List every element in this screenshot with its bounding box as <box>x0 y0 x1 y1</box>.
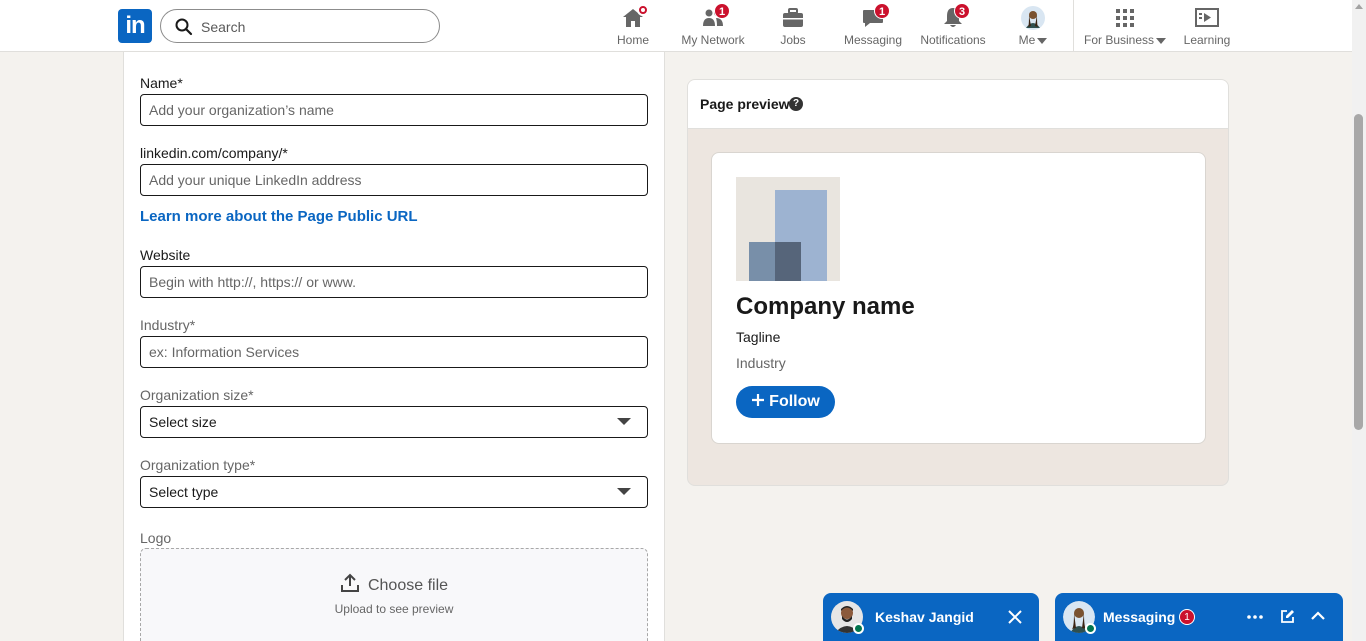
nav-label: Learning <box>1183 33 1231 47</box>
compose-icon[interactable] <box>1280 609 1295 624</box>
create-page-form: Name* linkedin.com/company/* Learn more … <box>123 52 665 641</box>
organization-name-input[interactable] <box>140 94 648 126</box>
nav-label: Me <box>1013 33 1053 47</box>
notifications-badge: 3 <box>954 3 971 19</box>
nav-messaging[interactable]: 1 Messaging <box>843 3 903 50</box>
nav-label: For Business <box>1084 33 1167 47</box>
chevron-down-icon <box>1156 37 1167 44</box>
avatar <box>1021 6 1045 30</box>
choose-file-label: Choose file <box>367 577 449 594</box>
website-label: Website <box>140 247 191 263</box>
briefcase-icon <box>783 8 803 27</box>
home-notification-dot <box>637 4 649 16</box>
nav-label: Notifications <box>920 33 986 47</box>
select-value: Select size <box>149 414 217 430</box>
company-industry: Industry <box>736 355 786 371</box>
messaging-title: Messaging <box>1103 609 1176 625</box>
nav-label: Messaging <box>843 33 903 47</box>
messaging-badge: 1 <box>874 3 891 19</box>
logo-label: Logo <box>140 530 172 546</box>
nav-divider <box>1073 0 1074 52</box>
search-icon <box>175 18 193 36</box>
nav-for-business[interactable]: For Business <box>1084 6 1167 50</box>
select-value: Select type <box>149 484 219 500</box>
organization-type-select[interactable]: Select type <box>140 476 648 508</box>
scroll-up-arrow-icon[interactable] <box>1355 4 1363 9</box>
dropdown-arrow-icon <box>617 418 631 425</box>
plus-icon <box>752 394 765 406</box>
upload-hint: Upload to see preview <box>334 602 454 616</box>
nav-me[interactable]: Me <box>1013 6 1053 50</box>
close-icon[interactable] <box>1008 610 1022 624</box>
url-label: linkedin.com/company/* <box>140 145 288 161</box>
company-name: Company name <box>736 293 915 320</box>
chat-contact-name: Keshav Jangid <box>875 609 974 625</box>
nav-my-network[interactable]: 1 My Network <box>678 3 748 50</box>
follow-button[interactable]: Follow <box>736 386 835 418</box>
grid-icon <box>1116 9 1134 27</box>
nav-learning[interactable]: Learning <box>1181 6 1233 50</box>
page-preview-panel: Page preview ? Company name Tagline Indu… <box>687 79 1229 486</box>
nav-label: Home <box>616 33 649 47</box>
industry-input[interactable] <box>140 336 648 368</box>
company-preview-card: Company name Tagline Industry Follow <box>711 152 1206 444</box>
help-icon[interactable]: ? <box>789 97 803 111</box>
nav-home[interactable]: Home <box>612 4 654 50</box>
preview-title: Page preview <box>700 96 790 112</box>
scrollbar-thumb[interactable] <box>1354 114 1363 430</box>
name-label: Name* <box>140 75 183 91</box>
network-badge: 1 <box>714 3 731 19</box>
nav-label: My Network <box>681 33 745 47</box>
organization-size-select[interactable]: Select size <box>140 406 648 438</box>
global-nav: in Home 1 My Network Jobs 1 Messaging <box>0 0 1352 52</box>
online-status-dot <box>853 623 864 634</box>
nav-notifications[interactable]: 3 Notifications <box>918 3 988 50</box>
search-box[interactable] <box>160 9 440 43</box>
upload-icon <box>340 573 359 592</box>
messaging-panel-bar[interactable]: Messaging 1 <box>1055 593 1343 641</box>
search-input[interactable] <box>201 17 421 37</box>
more-options-icon[interactable] <box>1247 614 1263 620</box>
website-input[interactable] <box>140 266 648 298</box>
nav-jobs[interactable]: Jobs <box>774 6 812 50</box>
nav-label: Jobs <box>780 33 806 47</box>
linkedin-url-input[interactable] <box>140 164 648 196</box>
preview-header: Page preview ? <box>688 80 1228 129</box>
chevron-down-icon <box>1037 37 1048 44</box>
logo-upload-dropzone[interactable]: Choose file Upload to see preview <box>140 548 648 641</box>
chat-window-keshav[interactable]: Keshav Jangid <box>823 593 1039 641</box>
company-logo-placeholder <box>736 177 840 281</box>
linkedin-logo[interactable]: in <box>118 9 152 43</box>
chevron-up-icon[interactable] <box>1311 611 1325 621</box>
learning-icon <box>1195 8 1219 27</box>
company-tagline: Tagline <box>736 329 781 345</box>
online-status-dot <box>1085 623 1096 634</box>
choose-file-button[interactable]: Choose file <box>141 573 647 595</box>
industry-label: Industry* <box>140 317 196 333</box>
organization-size-label: Organization size* <box>140 387 254 403</box>
page-scrollbar[interactable] <box>1352 0 1366 641</box>
follow-label: Follow <box>769 393 820 410</box>
organization-type-label: Organization type* <box>140 457 256 473</box>
dropdown-arrow-icon <box>617 488 631 495</box>
messaging-unread-badge: 1 <box>1179 609 1195 625</box>
learn-more-public-url-link[interactable]: Learn more about the Page Public URL <box>140 208 418 225</box>
